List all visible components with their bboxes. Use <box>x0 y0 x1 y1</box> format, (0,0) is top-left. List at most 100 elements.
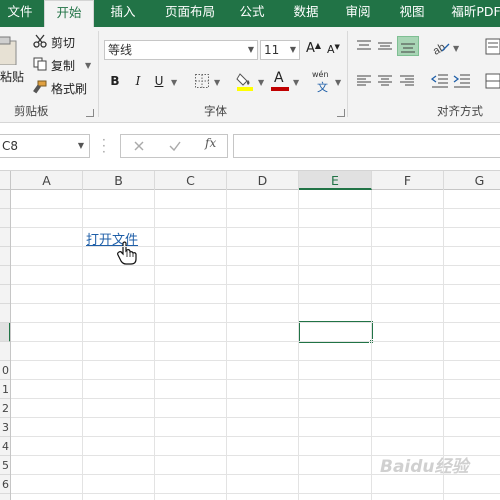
row-header-bar: 0 1 2 3 4 5 6 <box>0 190 11 500</box>
paste-label[interactable]: 粘贴 <box>0 68 24 85</box>
row-header[interactable] <box>0 247 10 266</box>
phonetic-guide-icon[interactable]: wén 文 <box>312 70 334 94</box>
font-color-icon[interactable]: A <box>271 70 289 91</box>
row-header[interactable]: 2 <box>0 399 10 418</box>
enter-check-icon[interactable] <box>167 138 183 154</box>
group-separator <box>98 31 99 117</box>
column-header-e[interactable]: E <box>299 171 372 190</box>
font-size-select[interactable]: 11 ▼ <box>260 40 300 60</box>
tab-review[interactable]: 审阅 <box>338 0 378 27</box>
copy-icon[interactable] <box>33 57 47 71</box>
paste-icon[interactable] <box>0 35 22 66</box>
more-options-icon[interactable]: · · · <box>102 134 106 158</box>
tab-home[interactable]: 开始 <box>44 0 94 28</box>
orientation-dropdown-icon[interactable]: ▼ <box>453 44 459 53</box>
phonetic-dropdown-icon[interactable]: ▼ <box>335 78 341 87</box>
cut-icon[interactable] <box>33 34 47 48</box>
row-header[interactable]: 3 <box>0 418 10 437</box>
align-right-icon[interactable] <box>399 74 415 88</box>
borders-icon[interactable] <box>194 73 210 89</box>
align-bottom-icon[interactable] <box>397 36 419 56</box>
increase-font-size-icon[interactable]: A▲ <box>306 41 321 56</box>
align-center-icon[interactable] <box>377 74 393 88</box>
font-dialog-launcher-icon[interactable] <box>337 109 345 117</box>
orientation-icon[interactable]: ab <box>431 39 450 58</box>
row-header[interactable] <box>0 228 10 247</box>
cancel-icon[interactable] <box>131 138 147 154</box>
column-header-c[interactable]: C <box>155 171 227 190</box>
column-gridline <box>443 190 444 500</box>
merge-center-icon[interactable] <box>485 73 500 89</box>
column-gridline <box>371 190 372 500</box>
align-middle-icon[interactable] <box>377 39 393 53</box>
row-gridline <box>11 265 500 266</box>
underline-button[interactable]: U <box>150 72 168 90</box>
row-gridline <box>11 341 500 342</box>
row-header-label: 3 <box>2 421 9 434</box>
row-header[interactable]: 1 <box>0 380 10 399</box>
row-header[interactable] <box>0 342 10 361</box>
row-gridline <box>11 436 500 437</box>
tab-foxit-pdf[interactable]: 福昕PDF <box>446 0 500 27</box>
italic-button[interactable]: I <box>129 72 147 90</box>
row-gridline <box>11 379 500 380</box>
ribbon-tab-bar: 文件 开始 插入 页面布局 公式 数据 审阅 视图 福昕PDF <box>0 0 500 28</box>
name-box[interactable]: C8 ▼ <box>0 134 90 158</box>
bold-button[interactable]: B <box>106 72 124 90</box>
column-header-a[interactable]: A <box>11 171 83 190</box>
copy-dropdown-icon[interactable]: ▼ <box>85 61 91 70</box>
cut-label[interactable]: 剪切 <box>51 34 75 51</box>
row-gridline <box>11 322 500 323</box>
worksheet-grid[interactable]: A B C D E F G 0123456 打开文件 Baidu经验 <box>0 171 500 500</box>
tab-insert[interactable]: 插入 <box>100 0 146 27</box>
row-gridline <box>11 455 500 456</box>
align-left-icon[interactable] <box>356 74 372 88</box>
active-cell-selection[interactable] <box>298 321 373 343</box>
row-header[interactable]: 0 <box>0 361 10 380</box>
insert-function-icon[interactable]: fx <box>205 136 216 150</box>
decrease-font-size-icon[interactable]: A▼ <box>327 43 340 56</box>
row-header-label: 2 <box>2 402 9 415</box>
font-color-dropdown-icon[interactable]: ▼ <box>293 78 299 87</box>
row-gridline <box>11 246 500 247</box>
row-header[interactable] <box>0 266 10 285</box>
column-header-g[interactable]: G <box>444 171 500 190</box>
clipboard-dialog-launcher-icon[interactable] <box>86 109 94 117</box>
alignment-group-label: 对齐方式 <box>437 104 483 118</box>
font-size-value: 11 <box>264 43 280 57</box>
column-header-d[interactable]: D <box>227 171 299 190</box>
formula-bar: C8 ▼ · · · fx <box>0 123 500 171</box>
fill-color-dropdown-icon[interactable]: ▼ <box>258 78 264 87</box>
row-header[interactable]: 5 <box>0 456 10 475</box>
row-header-label: 0 <box>2 364 9 377</box>
copy-label[interactable]: 复制 <box>51 57 75 74</box>
underline-dropdown-icon[interactable]: ▼ <box>171 78 177 87</box>
row-header[interactable] <box>0 323 10 342</box>
column-header-b[interactable]: B <box>83 171 155 190</box>
row-header[interactable] <box>0 209 10 228</box>
tab-page-layout[interactable]: 页面布局 <box>154 0 226 27</box>
row-header[interactable] <box>0 304 10 323</box>
column-header-f[interactable]: F <box>372 171 444 190</box>
align-top-icon[interactable] <box>356 39 372 53</box>
row-header[interactable]: 4 <box>0 437 10 456</box>
tab-data[interactable]: 数据 <box>286 0 326 27</box>
borders-dropdown-icon[interactable]: ▼ <box>214 78 220 87</box>
row-header[interactable] <box>0 190 10 209</box>
formula-input[interactable] <box>233 134 500 158</box>
hand-pointer-cursor-icon <box>117 241 137 265</box>
tab-file[interactable]: 文件 <box>0 0 40 27</box>
font-group-label: 字体 <box>204 104 227 118</box>
tab-formulas[interactable]: 公式 <box>232 0 272 27</box>
format-painter-icon[interactable] <box>33 80 47 94</box>
row-header[interactable] <box>0 285 10 304</box>
decrease-indent-icon[interactable] <box>430 73 449 89</box>
row-header[interactable]: 6 <box>0 475 10 494</box>
tab-view[interactable]: 视图 <box>392 0 432 27</box>
format-painter-label[interactable]: 格式刷 <box>51 80 87 97</box>
font-name-select[interactable]: 等线 ▼ <box>104 40 258 60</box>
select-all-corner[interactable] <box>0 171 11 190</box>
fill-color-icon[interactable] <box>236 71 254 91</box>
wrap-text-icon[interactable] <box>485 38 500 55</box>
increase-indent-icon[interactable] <box>453 73 471 89</box>
